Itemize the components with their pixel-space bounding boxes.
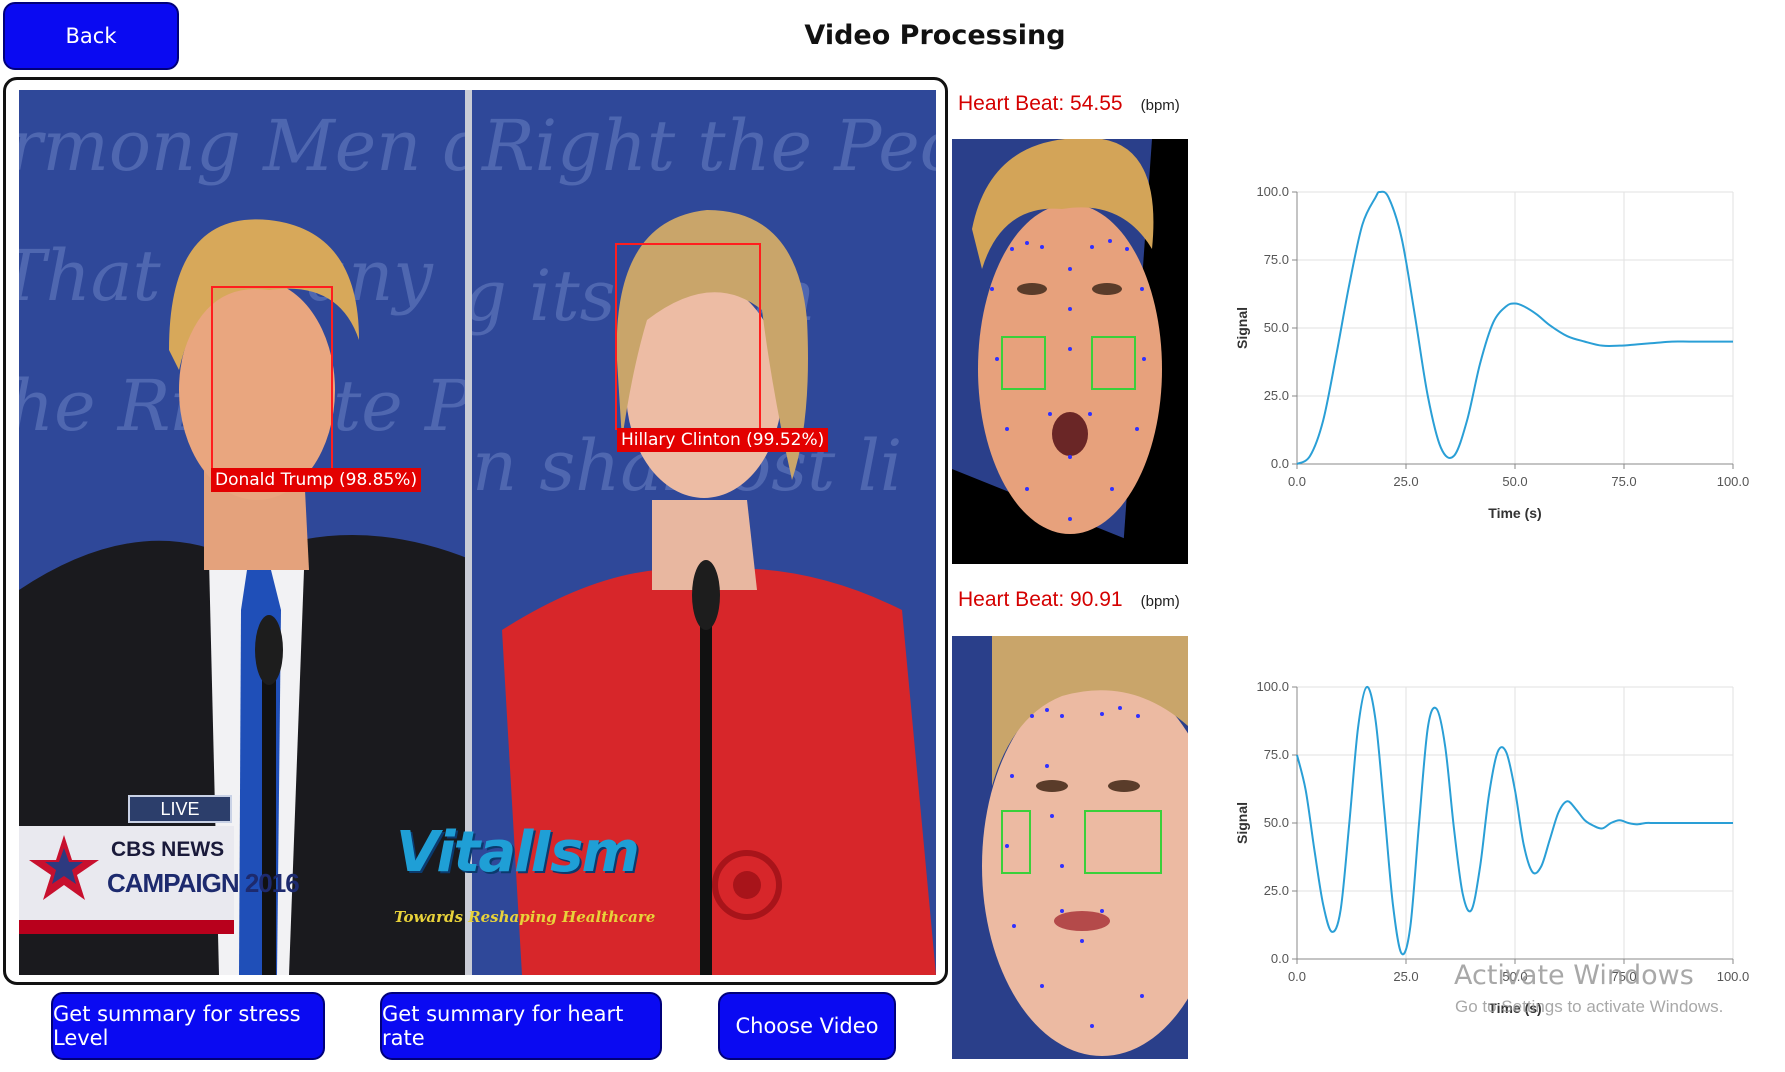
back-button[interactable]: Back (3, 2, 179, 70)
x-tick-label: 75.0 (1611, 474, 1636, 489)
vitalism-logo: VitalIsm Towards Reshaping Healthcare (376, 790, 655, 940)
y-tick-label: 0.0 (1271, 456, 1289, 471)
y-tick-label: 0.0 (1271, 951, 1289, 966)
y-tick-label: 100.0 (1256, 184, 1289, 199)
y-tick-label: 25.0 (1264, 388, 1289, 403)
heart-beat-unit-2: (bpm) (1140, 593, 1180, 610)
y-tick-label: 75.0 (1264, 747, 1289, 762)
svg-text:Right the Peopl: Right the Peopl (480, 105, 936, 187)
x-tick-label: 0.0 (1288, 969, 1306, 984)
y-tick-label: 25.0 (1264, 883, 1289, 898)
x-tick-label: 0.0 (1288, 474, 1306, 489)
vitalism-tagline: Towards Reshaping Healthcare (394, 908, 656, 926)
activate-windows-title: Activate Windows (1454, 960, 1694, 991)
page-title: Video Processing (804, 20, 1066, 51)
campaign-text: CAMPAIGN 2016 (107, 868, 300, 898)
x-tick-label: 25.0 (1393, 969, 1418, 984)
y-tick-label: 50.0 (1264, 815, 1289, 830)
face-crop-image-2 (952, 636, 1188, 1059)
face-crop-2 (952, 636, 1188, 1059)
heart-beat-row-1: Heart Beat: 54.55 (bpm) (958, 92, 1180, 116)
stress-summary-button[interactable]: Get summary for stress Level (51, 992, 325, 1060)
face-label-clinton: Hillary Clinton (99.52%) (617, 428, 829, 452)
y-tick-label: 50.0 (1264, 320, 1289, 335)
x-tick-label: 50.0 (1502, 474, 1527, 489)
x-axis-label: Time (s) (1488, 505, 1541, 521)
face-label-trump: Donald Trump (98.85%) (211, 468, 422, 492)
y-tick-label: 100.0 (1256, 679, 1289, 694)
heart-beat-label-1: Heart Beat: 54.55 (958, 92, 1123, 115)
x-tick-label: 25.0 (1393, 474, 1418, 489)
face-crop-image-1 (952, 139, 1188, 564)
x-tick-label: 100.0 (1717, 474, 1750, 489)
vitalism-logo-text: VitalIsm (396, 820, 640, 885)
x-tick-label: 100.0 (1717, 969, 1750, 984)
choose-video-button[interactable]: Choose Video (718, 992, 896, 1060)
video-frame[interactable]: rmong Men deriv That we any he Right te … (3, 77, 948, 985)
y-axis-label: Signal (1234, 307, 1250, 349)
svg-text:rmong Men deriv: rmong Men deriv (19, 105, 472, 187)
signal-chart-1: 0.0 25.0 50.0 75.0 100.0 0.0 25.0 50.0 75.0 100.0… (1234, 184, 1750, 521)
heart-rate-summary-button[interactable]: Get summary for heart rate (380, 992, 662, 1060)
face-crop-1 (952, 139, 1188, 564)
y-axis-label: Signal (1234, 802, 1250, 844)
live-badge: LIVE (160, 798, 200, 819)
heart-beat-row-2: Heart Beat: 90.91 (bpm) (958, 588, 1180, 612)
network-text: CBS NEWS (111, 838, 225, 861)
heart-beat-unit-1: (bpm) (1140, 97, 1180, 114)
heart-beat-label-2: Heart Beat: 90.91 (958, 588, 1123, 611)
y-tick-label: 75.0 (1264, 252, 1289, 267)
activate-windows-subtitle: Go to Settings to activate Windows. (1455, 997, 1724, 1016)
